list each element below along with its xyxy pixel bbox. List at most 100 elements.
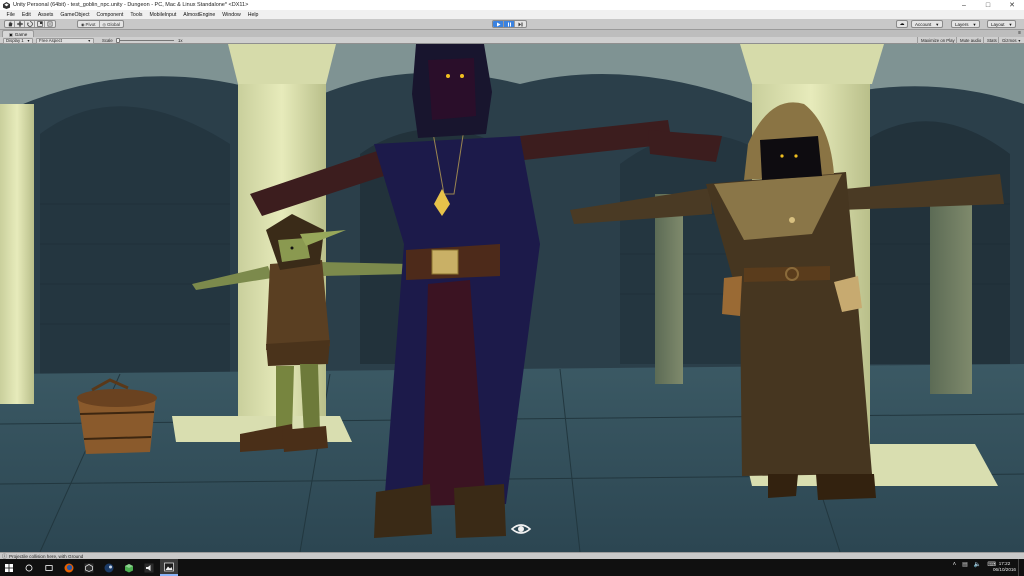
menu-almostengine[interactable]: AlmostEngine [180,12,219,18]
dungeon-scene [0,44,1024,552]
pause-icon [507,22,511,26]
task-view-button[interactable] [40,559,58,576]
status-bar: ⓘ Projectile collision here, with Ground [0,552,1024,560]
chevron-up-icon[interactable]: ˄ [953,562,957,568]
rect-icon [47,21,53,27]
game-controller-icon: ▣ [9,31,13,37]
title-bar: Unity Personal (64bit) - test_goblin_npc… [0,0,1024,10]
globe-icon: ◎ [102,21,107,27]
menu-bar: File Edit Assets GameObject Component To… [0,10,1024,19]
pillar-far-2 [930,194,972,394]
volume-app-taskbar-button[interactable] [140,559,158,576]
menu-assets[interactable]: Assets [34,12,57,18]
window-title: Unity Personal (64bit) - test_goblin_npc… [13,2,249,8]
global-toggle[interactable]: ◎ Global [100,21,124,27]
scale-slider-track[interactable] [116,40,174,41]
windows-taskbar: ˄ ▤ 🔈 ⌨ 17:22 06/10/2016 [0,559,1024,576]
start-button[interactable] [0,559,18,576]
status-message[interactable]: Projectile collision here, with Ground [9,554,83,559]
unity-taskbar-button[interactable] [80,559,98,576]
pivot-icon: ◉ [81,21,85,27]
play-icon [496,22,500,26]
show-desktop-button[interactable] [1018,559,1024,576]
move-icon [16,21,23,27]
rotate-tool-button[interactable] [25,21,35,27]
step-button[interactable] [515,21,526,27]
start-icon [5,563,13,572]
steam-icon [104,563,114,572]
window-controls: – □ ✕ [952,0,1024,10]
step-icon [518,22,523,26]
chevron-down-icon: ▼ [87,38,91,43]
photos-taskbar-button[interactable] [160,559,178,576]
system-tray: ˄ ▤ 🔈 ⌨ [947,561,996,569]
mute-audio-toggle[interactable]: Mute audio [956,37,984,44]
scale-slider-thumb[interactable] [116,38,120,43]
scale-label: Scale [102,38,113,43]
task-view-icon [45,564,53,571]
display-dropdown[interactable]: Display 1 ▼ [3,37,34,44]
pivot-toggle[interactable]: ◉ Pivot [78,21,100,27]
maximize-button[interactable]: □ [976,0,1000,10]
play-button[interactable] [493,21,504,27]
chevron-down-icon: ▼ [935,21,940,27]
taskbar-clock[interactable]: 17:22 06/10/2016 [993,561,1016,573]
pillar-far-1 [655,194,683,384]
account-dropdown[interactable]: Account ▼ [911,20,944,28]
menu-window[interactable]: Window [219,12,244,18]
menu-help[interactable]: Help [244,12,262,18]
minimize-button[interactable]: – [952,0,976,10]
chevron-down-icon: ▼ [1008,21,1013,27]
scale-value: 1x [178,38,183,43]
move-tool-button[interactable] [15,21,25,27]
pivot-toggles: ◉ Pivot ◎ Global [77,20,125,28]
chevron-down-icon: ▼ [972,21,977,27]
pillar-right-capital [740,44,884,84]
tab-game[interactable]: ▣ Game [2,30,35,37]
cloud-icon: ☁ [899,21,905,27]
package-icon [125,563,133,572]
speaker-icon[interactable]: 🔈 [974,561,981,568]
gizmos-dropdown[interactable]: Gizmos ▼ [998,37,1024,44]
volume-app-icon [144,563,154,572]
game-view-toolbar: Display 1 ▼ Free Aspect ▼ Scale 1x Maximiz… [0,37,1024,44]
maximize-on-play-toggle[interactable]: Maximize on Play [917,37,958,44]
rotate-icon [26,21,33,27]
layout-dropdown[interactable]: Layout ▼ [987,20,1017,28]
pause-button[interactable] [504,21,515,27]
unity-icon [84,563,94,572]
close-button[interactable]: ✕ [1000,0,1024,10]
package-taskbar-button[interactable] [120,559,138,576]
menu-file[interactable]: File [3,12,18,18]
menu-edit[interactable]: Edit [18,12,34,18]
firefox-taskbar-button[interactable] [60,559,78,576]
pillar-left-edge [0,104,34,404]
scale-tool-button[interactable] [35,21,45,27]
arch-left [40,106,230,375]
menu-mobileinput[interactable]: MobileInput [146,12,180,18]
pillar-left-capital [228,44,336,84]
firefox-icon [64,563,74,572]
main-toolbar: ◉ Pivot ◎ Global ☁ Account ▼ Layers ▼ Layout… [0,19,1024,30]
menu-component[interactable]: Component [93,12,127,18]
menu-tools[interactable]: Tools [127,12,146,18]
menu-gameobject[interactable]: GameObject [57,12,93,18]
game-tab-row: ▣ Game ≡ [0,30,1024,37]
aspect-dropdown[interactable]: Free Aspect ▼ [36,37,94,44]
transform-tools [4,20,56,28]
hand-tool-button[interactable] [5,21,15,27]
network-icon[interactable]: ▤ [962,561,968,568]
search-icon [25,564,33,571]
search-button[interactable] [20,559,38,576]
clock-date: 06/10/2016 [993,567,1016,572]
hand-icon [8,21,12,27]
layers-dropdown[interactable]: Layers ▼ [951,20,981,28]
photos-icon [164,562,174,571]
collab-cloud-button[interactable]: ☁ [896,20,908,28]
chevron-down-icon: ▼ [1017,38,1022,43]
chevron-down-icon: ▼ [26,38,31,43]
rect-tool-button[interactable] [45,21,55,27]
game-viewport[interactable] [0,44,1024,552]
steam-taskbar-button[interactable] [100,559,118,576]
tab-menu-icon[interactable]: ≡ [1018,30,1021,36]
